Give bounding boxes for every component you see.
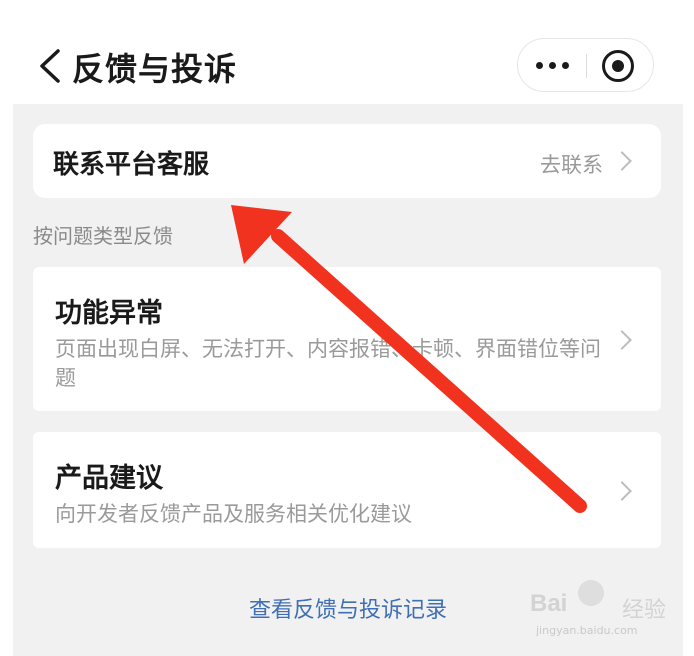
mini-program-capsule: [517, 38, 654, 92]
baidu-jingyan-watermark: Bai 经验 jingyan.baidu.com: [522, 576, 672, 646]
category-title: 功能异常: [55, 298, 163, 329]
watermark-brand-suffix: 经验: [622, 598, 667, 623]
contact-service-label: 联系平台客服: [53, 150, 210, 180]
chevron-right-icon: [612, 481, 632, 501]
paw-logo-icon: [578, 580, 604, 606]
more-dots-icon[interactable]: [518, 39, 586, 91]
watermark-url: jingyan.baidu.com: [536, 624, 638, 637]
chevron-right-icon: [612, 151, 632, 171]
page-title: 反馈与投诉: [72, 50, 238, 88]
contact-service-row[interactable]: 联系平台客服 去联系: [33, 124, 661, 198]
watermark-brand: Bai: [530, 590, 568, 617]
target-close-icon[interactable]: [602, 50, 634, 82]
chevron-right-icon: [612, 330, 632, 350]
capsule-divider: [586, 54, 587, 78]
category-title: 产品建议: [55, 463, 163, 494]
contact-action-text: 去联系: [540, 153, 603, 177]
category-item-function-error[interactable]: 功能异常 页面出现白屏、无法打开、内容报错、卡顿、界面错位等问题: [33, 267, 661, 411]
category-description: 向开发者反馈产品及服务相关优化建议: [55, 502, 412, 526]
chevron-left-icon[interactable]: [36, 48, 66, 84]
category-description: 页面出现白屏、无法打开、内容报错、卡顿、界面错位等问题: [55, 337, 601, 390]
feedback-content: 联系平台客服 去联系 按问题类型反馈 功能异常 页面出现白屏、无法打开、内容报错…: [13, 104, 683, 656]
nav-bar: 反馈与投诉: [0, 0, 694, 104]
section-label: 按问题类型反馈: [33, 224, 173, 248]
category-item-product-suggestion[interactable]: 产品建议 向开发者反馈产品及服务相关优化建议: [33, 432, 661, 548]
